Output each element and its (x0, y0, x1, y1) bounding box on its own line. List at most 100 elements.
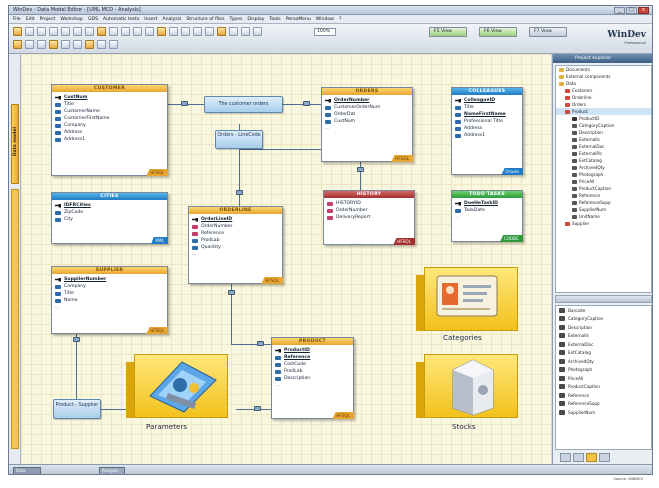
tree-item[interactable]: External components (556, 73, 651, 80)
table-history[interactable]: HISTORY HISTORYID OrderNumber DeliveryRe… (323, 190, 415, 245)
tree-item[interactable]: Documents (556, 66, 651, 73)
deploy-icon[interactable] (241, 27, 250, 36)
new-icon[interactable] (13, 27, 22, 36)
tab-explorer[interactable] (560, 452, 571, 462)
tab-fields[interactable] (586, 452, 597, 462)
open-icon[interactable] (25, 27, 34, 36)
tree-item[interactable]: SupplierNum (556, 206, 651, 213)
view-f5-button[interactable]: F5 View (429, 27, 467, 37)
asset-categories[interactable]: Categories (416, 267, 526, 347)
menu-window[interactable]: Window (316, 17, 334, 22)
maximize-button[interactable]: □ (626, 7, 637, 14)
tree-item[interactable]: ExternalDoc (556, 143, 651, 150)
report-icon[interactable] (169, 27, 178, 36)
table-todo-tasks[interactable]: TODO TASKS DoeHeTaskID TaskDate ... CODB… (451, 190, 523, 242)
table-history-field[interactable]: HISTORYID (327, 200, 411, 207)
table-customer-field[interactable]: CustomerFirstName (55, 115, 164, 122)
table-supplier[interactable]: SUPPLIER SupplierNumber Company Title Na… (51, 266, 168, 334)
list-item[interactable]: Description (556, 323, 651, 332)
table-cities-field[interactable]: City (55, 216, 164, 223)
align-center-icon[interactable] (25, 40, 34, 49)
menu-structure[interactable]: Structure of files (186, 17, 224, 22)
query-product-supplier[interactable]: Product - Supplier (53, 399, 101, 419)
list-item[interactable]: ArchivedQty (556, 357, 651, 366)
menu-insert[interactable]: Insert (144, 17, 157, 22)
table-orderline-field[interactable]: ... (192, 251, 279, 258)
table-customer-field[interactable]: CustNum (55, 94, 164, 101)
table-todo-field[interactable]: DoeHeTaskID (455, 200, 519, 207)
table-product-field[interactable]: ProdLab (275, 368, 350, 375)
align-right-icon[interactable] (37, 40, 46, 49)
tree-item[interactable]: Description (556, 129, 651, 136)
help-icon[interactable] (253, 27, 262, 36)
table-supplier-field[interactable]: Title (55, 290, 164, 297)
tree-item[interactable]: ExternalPic (556, 150, 651, 157)
code-icon[interactable] (193, 27, 202, 36)
list-item[interactable]: ExternalIs (556, 332, 651, 341)
minimize-button[interactable]: _ (614, 7, 625, 14)
asset-parameters[interactable]: Parameters (126, 354, 236, 436)
table-todo-field[interactable]: TaskDate (455, 207, 519, 214)
tree-item[interactable]: Orders (556, 101, 651, 108)
table-colleagues-field[interactable]: Address1 (455, 132, 519, 139)
table-product-field[interactable]: ProductID (275, 347, 350, 354)
menu-gds[interactable]: GDS (88, 17, 98, 22)
table-colleagues-field[interactable]: NameFirstName (455, 111, 519, 118)
table-customer-field[interactable]: Company (55, 122, 164, 129)
table-orderline[interactable]: ORDERLINE OrderLineID OrderNumber Refere… (188, 206, 283, 284)
tree-item[interactable]: Customer (556, 87, 651, 94)
field-list[interactable]: Barcode CategoryCaption Description Exte… (555, 305, 652, 450)
table-orders-field[interactable]: OrderDat (325, 111, 409, 118)
tab-search[interactable] (599, 452, 610, 462)
tree-item[interactable]: ExtCatalog (556, 157, 651, 164)
menu-persomenu[interactable]: PersoMenu (286, 17, 311, 22)
grid-icon[interactable] (61, 40, 70, 49)
list-item[interactable]: ExternalDoc (556, 340, 651, 349)
link-icon[interactable] (145, 27, 154, 36)
tab-properties[interactable] (573, 452, 584, 462)
tree-item[interactable]: Photograph (556, 171, 651, 178)
table-customer-field[interactable]: Address (55, 129, 164, 136)
debug-icon[interactable] (229, 27, 238, 36)
group-icon[interactable] (49, 40, 58, 49)
view-f7-button[interactable]: F7 View (529, 27, 567, 37)
table-orderline-field[interactable]: ProdLab (192, 237, 279, 244)
tree-item[interactable]: ProductID (556, 115, 651, 122)
tree-item[interactable]: ExternalIs (556, 136, 651, 143)
table-colleagues-field[interactable]: ColleagueID (455, 97, 519, 104)
table-orderline-field[interactable]: Reference (192, 230, 279, 237)
query-customer-orders[interactable]: The customer orders (204, 96, 283, 113)
connector-5[interactable] (228, 290, 235, 295)
table-supplier-field[interactable]: ... (55, 304, 164, 311)
menu-types[interactable]: Types (229, 17, 242, 22)
table-cities-field[interactable]: ZipCode (55, 209, 164, 216)
tree-item[interactable]: ProductCaption (556, 185, 651, 192)
table-orders-field[interactable]: CustNum (325, 118, 409, 125)
table-orders-field[interactable]: CustomerOrderNum (325, 104, 409, 111)
zoom-combo[interactable]: 100% (314, 28, 336, 36)
table-colleagues-field[interactable]: Title (455, 104, 519, 111)
save-icon[interactable] (37, 27, 46, 36)
table-history-field[interactable]: OrderNumber (327, 207, 411, 214)
layer-icon[interactable] (73, 40, 82, 49)
tree-item[interactable]: CategoryCaption (556, 122, 651, 129)
copy-icon[interactable] (73, 27, 82, 36)
table-cities-field[interactable]: IDFRCities (55, 202, 164, 209)
query-icon[interactable] (157, 27, 166, 36)
table-product-field[interactable]: Reference (275, 354, 350, 361)
table-cities[interactable]: CITIES IDFRCities ZipCode City XML (51, 192, 168, 244)
find-icon[interactable] (121, 27, 130, 36)
table-todo-field[interactable]: ... (455, 214, 519, 221)
menu-automatic-tests[interactable]: Automatic tests (103, 17, 139, 22)
tree-item-selected[interactable]: Product (556, 108, 651, 115)
table-orders-field[interactable]: ... (325, 125, 409, 132)
list-item[interactable]: PriceAll (556, 374, 651, 383)
tree-item[interactable]: Supplier (556, 220, 651, 227)
table-colleagues-field[interactable]: Address (455, 125, 519, 132)
table-customer-field[interactable]: CustomerName (55, 108, 164, 115)
table-product-field[interactable]: CostCode (275, 361, 350, 368)
redo-icon[interactable] (109, 27, 118, 36)
menu-project[interactable]: Project (40, 17, 56, 22)
print-icon[interactable] (49, 27, 58, 36)
panel-splitter[interactable] (555, 295, 652, 303)
